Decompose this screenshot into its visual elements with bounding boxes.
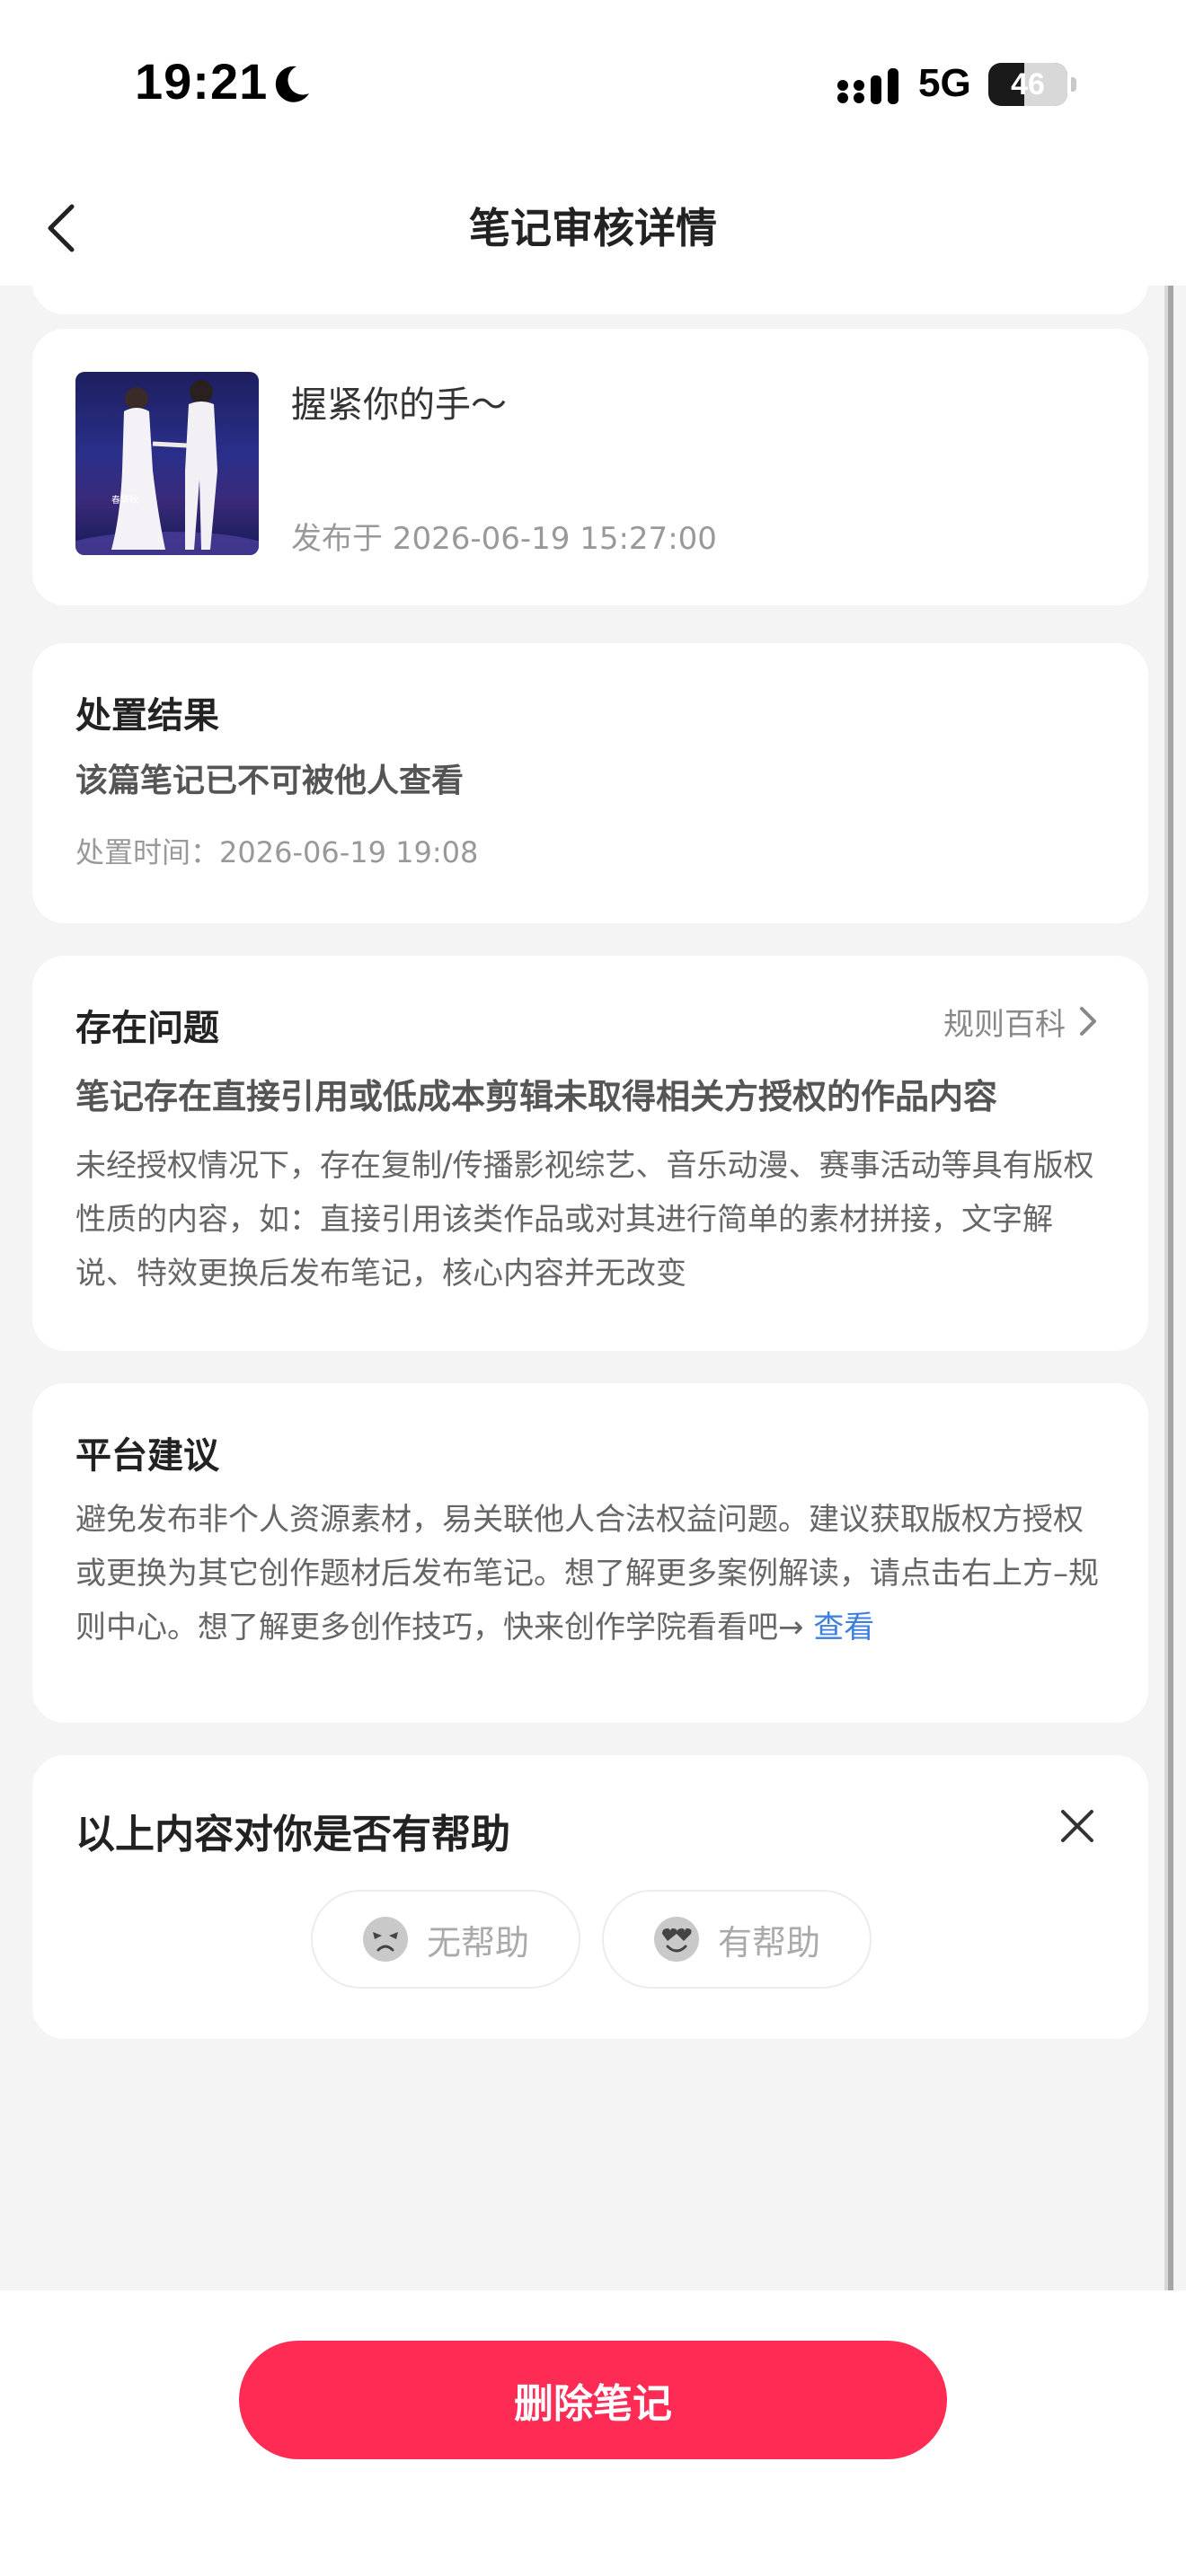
advice-heading: 平台建议 xyxy=(75,1435,219,1477)
unhelpful-label: 无帮助 xyxy=(426,1922,529,1963)
result-heading: 处置结果 xyxy=(75,695,219,737)
content-area[interactable]: 春华秋 握紧你的手～ 发布于 2026-06-19 15:27:00 处置结果 … xyxy=(0,232,1186,2290)
note-thumbnail[interactable]: 春华秋 xyxy=(75,372,259,555)
status-time: 19:21 xyxy=(135,53,269,110)
result-time: 处置时间：2026-06-19 19:08 xyxy=(75,835,479,869)
svg-text:春华秋: 春华秋 xyxy=(111,494,138,506)
battery-indicator: 46 xyxy=(988,63,1067,106)
advice-body: 避免发布非个人资源素材，易关联他人合法权益问题。建议获取版权方授权或更换为其它创… xyxy=(75,1493,1109,1654)
close-icon xyxy=(1061,1810,1093,1842)
chevron-right-icon xyxy=(1080,1007,1096,1036)
advice-card: 平台建议 避免发布非个人资源素材，易关联他人合法权益问题。建议获取版权方授权或更… xyxy=(32,1383,1148,1723)
bottom-action-bar: 删除笔记 xyxy=(0,2290,1186,2576)
sad-face-icon xyxy=(362,1917,408,1962)
issue-heading: 存在问题 xyxy=(75,1008,219,1049)
scrollbar-thumb[interactable] xyxy=(1168,286,1173,2290)
feedback-card: 以上内容对你是否有帮助 无帮助 有帮助 xyxy=(32,1755,1148,2039)
note-card[interactable]: 春华秋 握紧你的手～ 发布于 2026-06-19 15:27:00 xyxy=(32,329,1148,605)
note-publish-date: 发布于 2026-06-19 15:27:00 xyxy=(291,521,717,557)
signal-icon xyxy=(837,68,898,104)
advice-text: 避免发布非个人资源素材，易关联他人合法权益问题。建议获取版权方授权或更换为其它创… xyxy=(75,1502,1099,1645)
network-label: 5G xyxy=(918,61,971,105)
feedback-title: 以上内容对你是否有帮助 xyxy=(75,1812,510,1857)
view-link[interactable]: 查看 xyxy=(813,1610,874,1645)
unhelpful-button[interactable]: 无帮助 xyxy=(311,1890,580,1989)
close-feedback-button[interactable] xyxy=(1046,1795,1109,1857)
note-title: 握紧你的手～ xyxy=(291,384,507,426)
helpful-label: 有帮助 xyxy=(717,1922,820,1963)
rules-wiki-link[interactable]: 规则百科 xyxy=(943,999,1098,1044)
issue-detail: 未经授权情况下，存在复制/传播影视综艺、音乐动漫、赛事活动等具有版权性质的内容，… xyxy=(75,1148,1094,1292)
page-title: 笔记审核详情 xyxy=(469,204,717,252)
rules-wiki-label: 规则百科 xyxy=(943,1006,1066,1043)
result-status: 该篇笔记已不可被他人查看 xyxy=(75,763,465,799)
issue-card: 存在问题 规则百科 笔记存在直接引用或低成本剪辑未取得相关方授权的作品内容 未经… xyxy=(32,956,1148,1351)
back-button[interactable] xyxy=(27,192,99,264)
issue-summary: 笔记存在直接引用或低成本剪辑未取得相关方授权的作品内容 xyxy=(75,1077,998,1116)
nav-header: 笔记审核详情 xyxy=(0,171,1186,286)
battery-level: 46 xyxy=(1011,67,1045,101)
status-bar: 19:21 5G 46 xyxy=(0,0,1186,171)
back-chevron-icon xyxy=(48,204,75,252)
moon-icon xyxy=(275,66,309,102)
battery-tip xyxy=(1071,77,1076,92)
stage-couple-image: 春华秋 xyxy=(75,380,259,555)
result-card: 处置结果 该篇笔记已不可被他人查看 处置时间：2026-06-19 19:08 xyxy=(32,643,1148,923)
happy-face-icon xyxy=(653,1917,699,1962)
helpful-button[interactable]: 有帮助 xyxy=(602,1890,872,1989)
delete-note-button[interactable]: 删除笔记 xyxy=(239,2341,947,2459)
